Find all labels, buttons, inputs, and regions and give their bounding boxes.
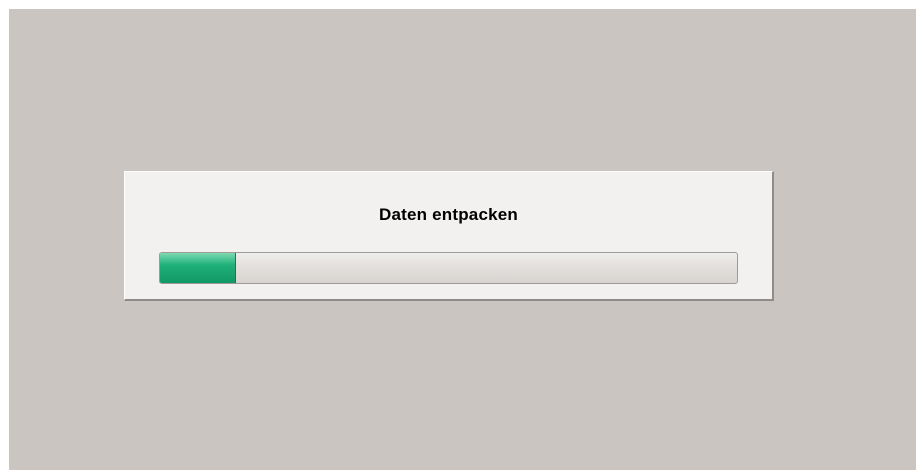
extract-progress-dialog: Daten entpacken [124, 171, 774, 301]
desktop-background: Daten entpacken [9, 9, 916, 470]
progress-bar [159, 252, 738, 284]
dialog-title: Daten entpacken [378, 205, 519, 224]
progress-bar-fill [160, 253, 236, 283]
